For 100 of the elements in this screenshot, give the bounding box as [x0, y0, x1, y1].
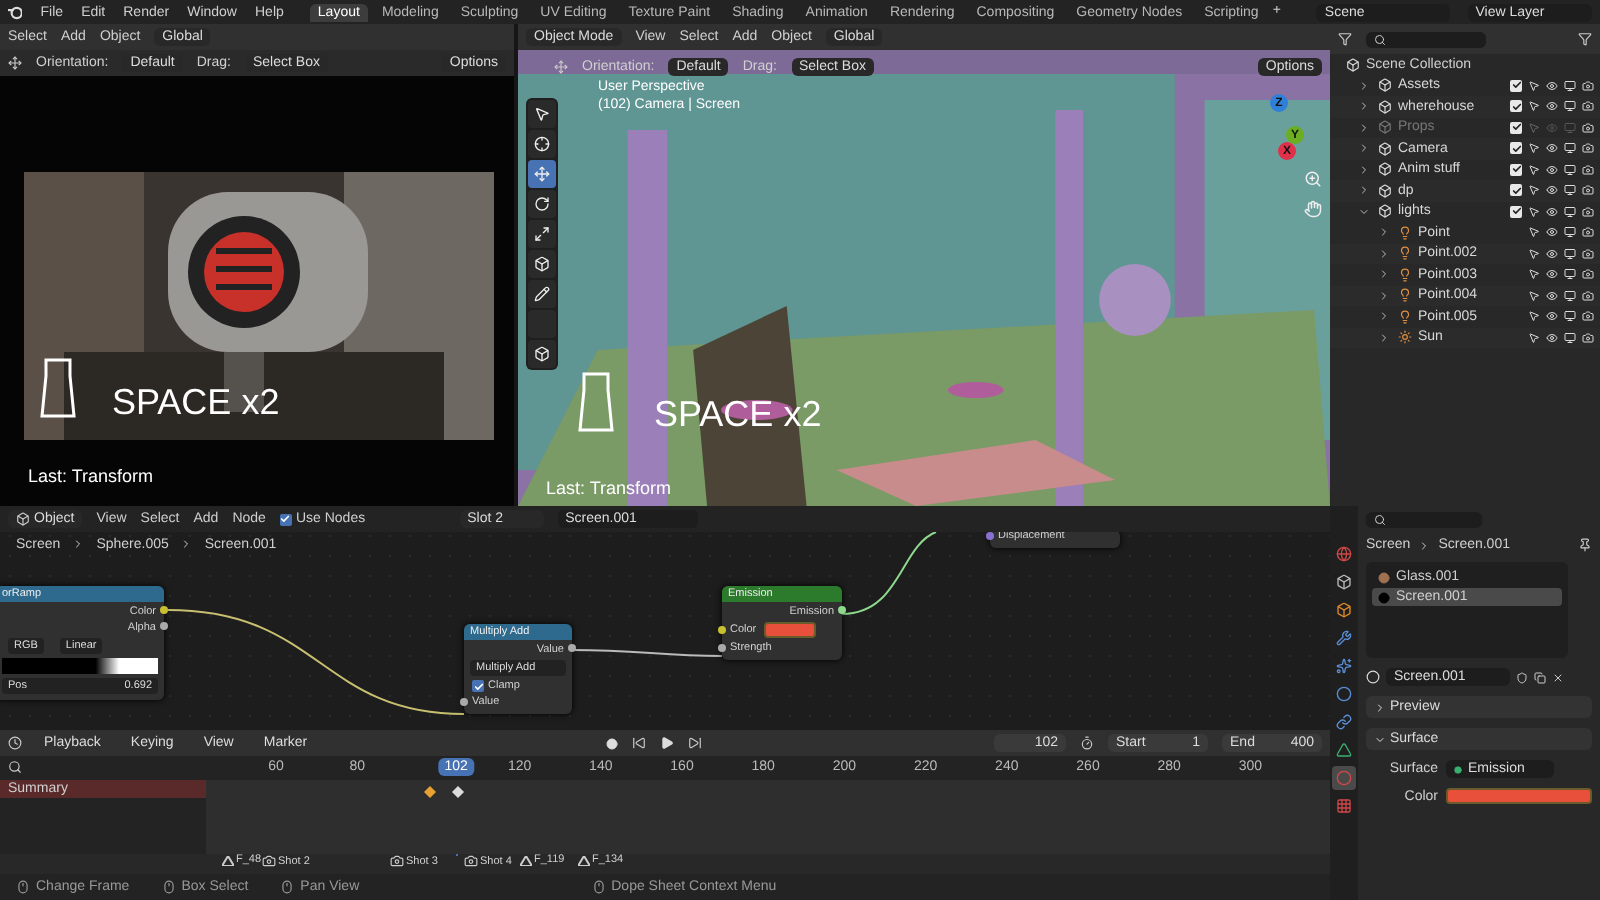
- eye-icon: [1546, 289, 1558, 302]
- marker-icon: [578, 855, 590, 866]
- clock-icon: [8, 736, 22, 750]
- stopwatch-icon: [1080, 736, 1095, 750]
- eye-icon: [1546, 100, 1558, 113]
- eye-icon: [1546, 205, 1558, 218]
- chevron-icon: [1374, 733, 1386, 745]
- camera-icon: [1582, 184, 1594, 197]
- app-logo-icon[interactable]: [8, 3, 23, 21]
- monitor-icon: [1564, 142, 1576, 155]
- camera-icon: [1582, 310, 1594, 323]
- camera-icon: [1582, 100, 1594, 113]
- mouse-icon: [280, 880, 295, 894]
- data-tab-icon[interactable]: [1332, 738, 1356, 762]
- last-operation-text: Last: Transform: [28, 466, 154, 486]
- exclude-checkbox[interactable]: [1510, 79, 1522, 92]
- cursor-tool-icon[interactable]: [528, 130, 556, 158]
- collection-icon: [1378, 204, 1392, 219]
- camera-icon: [1582, 331, 1594, 344]
- eye-icon: [1546, 226, 1558, 239]
- unlink-icon: [1552, 671, 1564, 683]
- camera-icon: [1582, 142, 1594, 155]
- monitor-icon: [1564, 247, 1576, 260]
- texture-tab-icon[interactable]: [1332, 794, 1356, 818]
- collection-icon: [1378, 183, 1392, 198]
- transform-tool-icon[interactable]: [528, 250, 556, 278]
- physics-tab-icon[interactable]: [1332, 682, 1356, 706]
- shortcut-hint: SPACE x2: [112, 382, 280, 424]
- keyframe-icon[interactable]: [452, 785, 464, 798]
- search-icon: [1374, 514, 1386, 526]
- light-bulb-icon: [1398, 267, 1412, 282]
- object-tab-icon[interactable]: [1332, 598, 1356, 622]
- mouse-icon: [161, 880, 176, 894]
- camera-marker-icon: [390, 854, 404, 869]
- chevron-icon: [180, 538, 193, 550]
- transform-icon: [554, 60, 568, 74]
- hand-icon: [1304, 200, 1322, 218]
- exclude-checkbox[interactable]: [1510, 205, 1522, 218]
- filter-icon: [1578, 32, 1592, 46]
- exclude-checkbox[interactable]: [1510, 100, 1522, 113]
- color-ramp-bar[interactable]: [2, 658, 158, 674]
- transform-icon: [8, 56, 22, 70]
- monitor-icon: [1564, 163, 1576, 176]
- rotate-tool-icon[interactable]: [528, 190, 556, 218]
- camera-marker-icon: [262, 854, 276, 869]
- add-tool-icon[interactable]: [528, 340, 556, 368]
- color-swatch[interactable]: [1446, 788, 1592, 804]
- mouse-icon: [16, 880, 30, 894]
- camera-icon: [1582, 268, 1594, 281]
- world-tab-icon[interactable]: [1332, 542, 1356, 566]
- camera-icon: [1582, 79, 1594, 92]
- collection-tab-icon[interactable]: [1332, 570, 1356, 594]
- chevron-icon: [1374, 701, 1386, 713]
- eye-icon: [1546, 310, 1558, 323]
- eye-icon: [1546, 268, 1558, 281]
- monitor-icon: [1564, 79, 1576, 92]
- modifier-tab-icon[interactable]: [1332, 626, 1356, 650]
- zoom-icon: [1304, 170, 1322, 188]
- keyframe-icon[interactable]: [424, 785, 436, 798]
- annotate-tool-icon[interactable]: [528, 280, 556, 308]
- monitor-icon: [1564, 121, 1576, 134]
- search-icon: [8, 760, 22, 775]
- constraints-tab-icon[interactable]: [1332, 710, 1356, 734]
- material-icon: [1366, 670, 1380, 684]
- exclude-checkbox[interactable]: [1510, 184, 1522, 197]
- collection-icon: [1346, 57, 1360, 72]
- monitor-icon: [1564, 205, 1576, 218]
- color-swatch[interactable]: [764, 622, 817, 638]
- exclude-checkbox[interactable]: [1510, 142, 1522, 155]
- camera-icon: [1582, 121, 1594, 134]
- material-tab-icon[interactable]: [1332, 766, 1356, 790]
- monitor-icon: [1564, 268, 1576, 281]
- pin-icon: [1578, 538, 1592, 552]
- monitor-icon: [1564, 331, 1576, 344]
- eye-icon: [1546, 121, 1558, 134]
- collection-icon: [1378, 99, 1392, 114]
- socket-dot-icon: [1454, 765, 1462, 773]
- move-tool-icon[interactable]: [528, 160, 556, 188]
- sun-light-icon: [1398, 330, 1412, 345]
- scale-tool-icon[interactable]: [528, 220, 556, 248]
- marker-icon: [222, 855, 234, 866]
- search-icon: [1374, 33, 1386, 45]
- particles-tab-icon[interactable]: [1332, 654, 1356, 678]
- light-bulb-icon: [1398, 246, 1412, 261]
- search-field[interactable]: [1366, 512, 1482, 528]
- camera-marker-icon: [464, 854, 478, 869]
- exclude-checkbox[interactable]: [1510, 163, 1522, 176]
- monitor-icon: [1564, 310, 1576, 323]
- jump-start-icon: [632, 736, 647, 750]
- select-tool-icon[interactable]: [528, 100, 556, 128]
- duplicate-icon: [1534, 671, 1546, 683]
- mouse-icon: [591, 880, 606, 894]
- eye-icon: [1546, 163, 1558, 176]
- search-field[interactable]: [1366, 31, 1486, 47]
- camera-icon: [1582, 205, 1594, 218]
- light-bulb-icon: [1398, 288, 1412, 303]
- checkmark-icon: [473, 681, 483, 691]
- chevron-icon: [1418, 539, 1431, 551]
- camera-icon: [1582, 226, 1594, 239]
- collection-icon: [1378, 162, 1392, 177]
